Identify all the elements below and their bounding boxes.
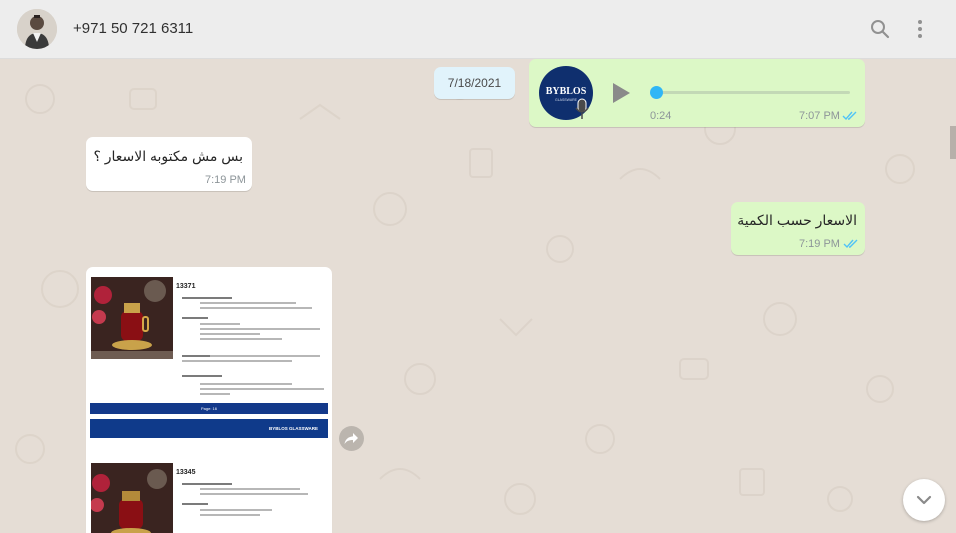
- product-code: 13345: [176, 469, 196, 476]
- brand-footer-bar: BYBLOS GLASSWARE: [90, 419, 328, 438]
- search-button[interactable]: [868, 17, 892, 41]
- text-line: [200, 509, 272, 511]
- play-button[interactable]: [609, 81, 633, 105]
- text-line: [210, 355, 320, 357]
- text-line: [182, 297, 232, 299]
- voice-duration: 0:24: [650, 110, 672, 122]
- chevron-down-icon: [916, 495, 932, 505]
- text-line: [200, 328, 320, 330]
- audio-progress-handle[interactable]: [650, 86, 663, 99]
- text-line: [200, 514, 260, 516]
- text-line: [200, 493, 308, 495]
- forward-arrow-icon: [344, 433, 358, 444]
- text-line: [182, 483, 232, 485]
- product-photo: [91, 463, 173, 533]
- text-line: [182, 503, 208, 505]
- voice-message-bubble[interactable]: BYBLOS GLASSWARE 0:24 7:07 PM: [529, 59, 865, 127]
- text-line: [200, 307, 312, 309]
- text-line: [200, 393, 230, 395]
- text-line: [200, 488, 300, 490]
- document-preview[interactable]: 13371 Page: 16 BYBLOS GLASSWARE 13345: [90, 271, 328, 533]
- message-time: 7:19 PM: [799, 238, 840, 250]
- message-time: 7:07 PM: [799, 110, 840, 122]
- scrollbar-thumb[interactable]: [950, 126, 956, 159]
- text-line: [200, 323, 240, 325]
- text-line: [182, 355, 210, 357]
- message-text: الاسعار حسب الكمية: [737, 212, 857, 228]
- incoming-message-bubble[interactable]: بس مش مكتوبه الاسعار ؟ 7:19 PM: [86, 137, 252, 191]
- brand-logo-text: BYBLOS: [545, 86, 587, 97]
- scroll-to-bottom-button[interactable]: [903, 479, 945, 521]
- read-ticks-icon: [843, 239, 858, 249]
- text-line: [200, 338, 282, 340]
- contact-avatar[interactable]: [17, 9, 57, 49]
- kebab-menu-icon: [918, 20, 922, 38]
- text-line: [200, 388, 324, 390]
- message-time: 7:19 PM: [205, 174, 246, 186]
- contact-name[interactable]: +971 50 721 6311: [73, 20, 193, 37]
- text-line: [182, 375, 222, 377]
- product-code: 13371: [176, 283, 196, 290]
- read-ticks-icon: [842, 111, 857, 121]
- outgoing-message-bubble[interactable]: الاسعار حسب الكمية 7:19 PM: [731, 202, 865, 255]
- text-line: [182, 360, 292, 362]
- microphone-icon: [575, 98, 589, 119]
- forward-button[interactable]: [339, 426, 364, 451]
- text-line: [182, 317, 208, 319]
- text-line: [200, 333, 260, 335]
- page-number-bar: Page: 16: [90, 403, 328, 414]
- chat-header: +971 50 721 6311: [0, 0, 956, 59]
- text-line: [200, 383, 292, 385]
- menu-button[interactable]: [908, 17, 932, 41]
- date-chip: 7/18/2021: [434, 67, 515, 99]
- text-line: [200, 302, 296, 304]
- audio-progress-track[interactable]: [654, 91, 850, 94]
- product-photo: [91, 277, 173, 359]
- message-text: بس مش مكتوبه الاسعار ؟: [93, 148, 243, 164]
- search-icon: [871, 20, 890, 39]
- chat-area[interactable]: 7/18/2021 BYBLOS GLASSWARE 0:24 7:07 PM …: [0, 59, 956, 533]
- document-message-bubble[interactable]: 13371 Page: 16 BYBLOS GLASSWARE 13345: [86, 267, 332, 533]
